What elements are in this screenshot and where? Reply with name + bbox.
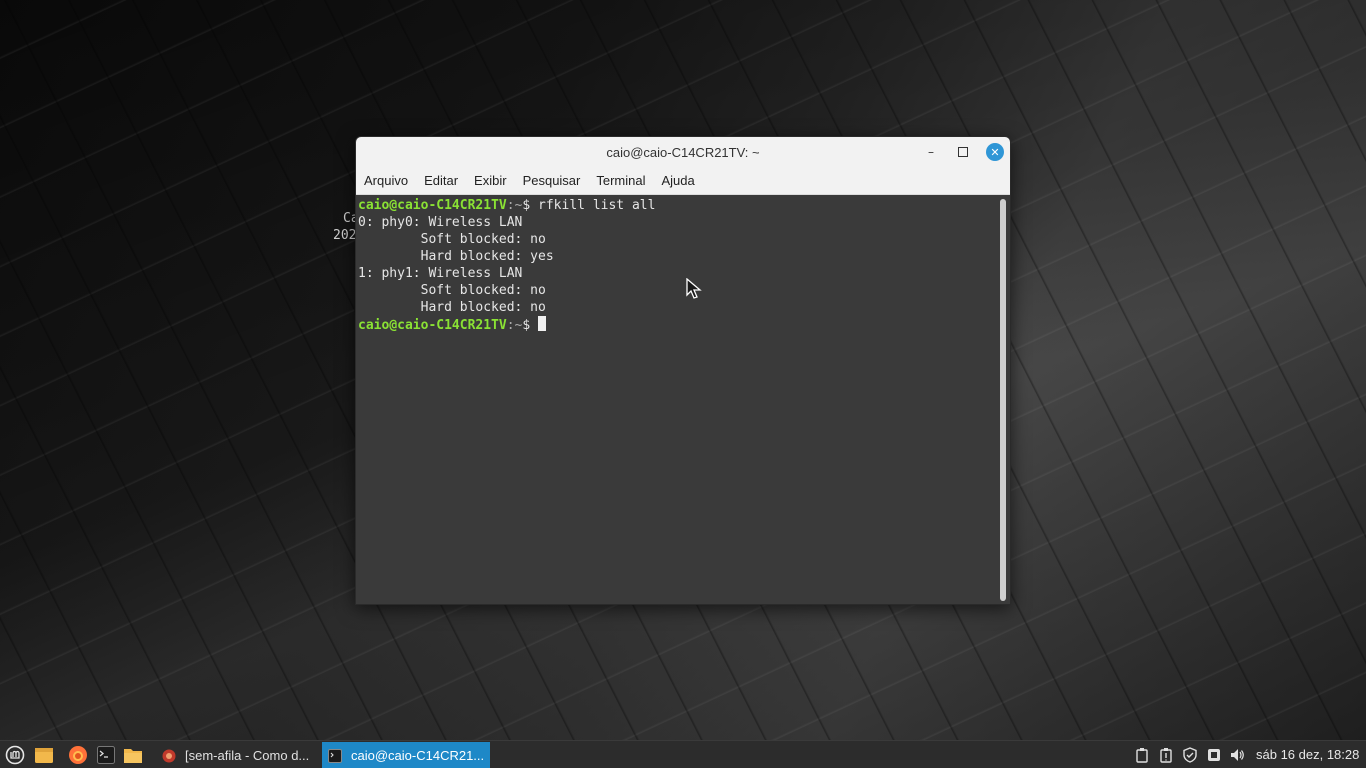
network-icon[interactable] (1206, 747, 1222, 763)
window-titlebar[interactable]: caio@caio-C14CR21TV: ~ – ✕ (356, 137, 1010, 167)
minimize-button[interactable]: – (922, 143, 940, 161)
task-label: [sem-afila - Como d... (185, 748, 310, 763)
prompt-user: caio@caio-C14CR21TV (358, 318, 507, 333)
clock[interactable]: sáb 16 dez, 18:28 (1256, 741, 1359, 768)
command-line: caio@caio-C14CR21TV:~$ rfkill list all (358, 197, 996, 214)
clipboard-icon[interactable] (1134, 747, 1150, 763)
mouse-pointer-icon (686, 278, 702, 299)
terminal-task-icon (328, 748, 342, 763)
current-prompt-line: caio@caio-C14CR21TV:~$ (358, 316, 996, 334)
scrollbar-thumb[interactable] (1000, 199, 1006, 601)
taskbar-task-terminal[interactable]: caio@caio-C14CR21... (322, 742, 490, 768)
task-label: caio@caio-C14CR21... (351, 748, 485, 763)
menu-bar: Arquivo Editar Exibir Pesquisar Terminal… (356, 167, 1010, 195)
prompt-symbol: $ (522, 198, 539, 213)
mint-menu-icon[interactable] (5, 745, 25, 765)
menu-pesquisar[interactable]: Pesquisar (517, 167, 587, 195)
desktop-text-behind: 202 (333, 228, 357, 243)
maximize-icon (958, 147, 968, 157)
menu-terminal[interactable]: Terminal (590, 167, 651, 195)
output-line: 1: phy1: Wireless LAN (358, 266, 523, 281)
output-line: Hard blocked: no (358, 300, 546, 315)
output-line: 0: phy0: Wireless LAN (358, 215, 523, 230)
output-line: Hard blocked: yes (358, 249, 554, 264)
taskbar-task-browser[interactable]: [sem-afila - Como d... (156, 742, 318, 768)
taskbar: [sem-afila - Como d... caio@caio-C14CR21… (0, 740, 1366, 768)
volume-icon[interactable] (1229, 747, 1245, 763)
menu-editar[interactable]: Editar (418, 167, 464, 195)
terminal-scrollbar[interactable] (996, 195, 1010, 604)
menu-ajuda[interactable]: Ajuda (656, 167, 701, 195)
output-line: Soft blocked: no (358, 232, 546, 247)
window-title: caio@caio-C14CR21TV: ~ (606, 144, 760, 160)
close-button[interactable]: ✕ (986, 143, 1004, 161)
terminal-launcher-icon[interactable] (96, 745, 116, 765)
prompt-path: :~ (506, 198, 523, 213)
text-cursor (538, 316, 547, 331)
prompt-path: :~ (506, 318, 523, 333)
terminal-window: caio@caio-C14CR21TV: ~ – ✕ Arquivo Edita… (355, 136, 1011, 605)
prompt-symbol: $ (522, 318, 539, 333)
maximize-button[interactable] (954, 143, 972, 161)
terminal-output[interactable]: caio@caio-C14CR21TV:~$ rfkill list all 0:… (356, 195, 998, 604)
command-text: rfkill list all (538, 198, 656, 213)
firefox-icon[interactable] (68, 745, 88, 765)
output-line: Soft blocked: no (358, 283, 546, 298)
show-desktop-icon[interactable] (34, 745, 54, 765)
update-manager-icon[interactable] (1158, 747, 1174, 763)
menu-exibir[interactable]: Exibir (468, 167, 513, 195)
browser-task-icon (162, 749, 176, 762)
shield-icon[interactable] (1182, 747, 1198, 763)
files-icon[interactable] (123, 745, 143, 765)
prompt-user: caio@caio-C14CR21TV (358, 198, 507, 213)
menu-arquivo[interactable]: Arquivo (358, 167, 414, 195)
